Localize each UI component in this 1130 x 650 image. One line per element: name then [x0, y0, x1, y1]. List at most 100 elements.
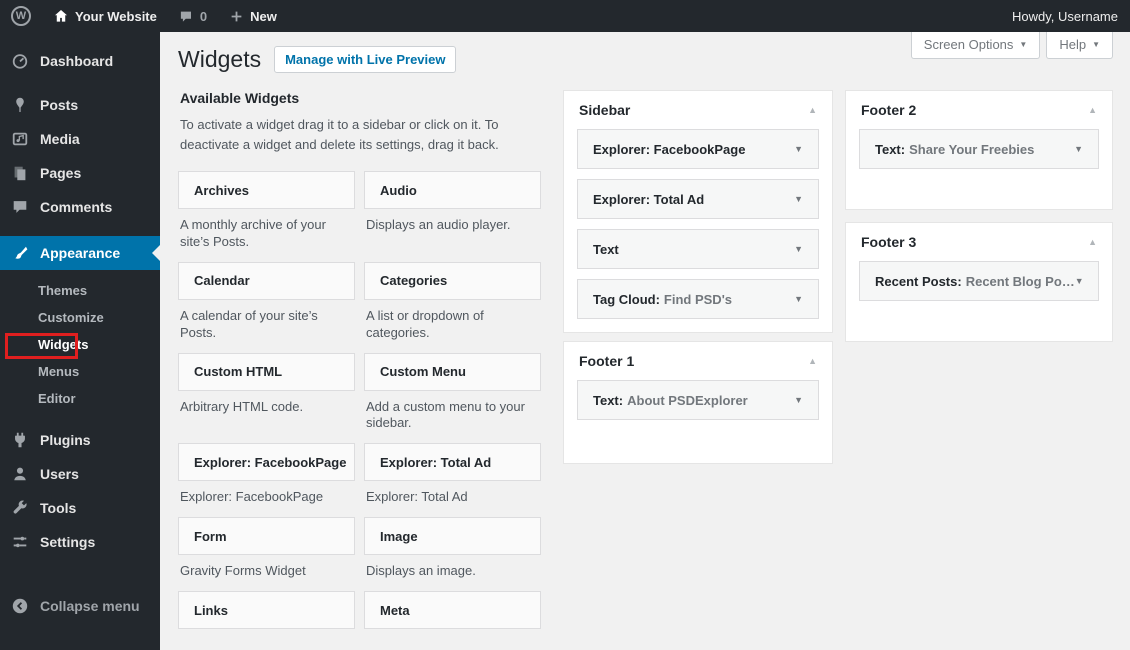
chevron-down-icon[interactable]: ▼: [794, 395, 803, 405]
manage-live-preview-button[interactable]: Manage with Live Preview: [274, 46, 457, 74]
submenu-item-menus[interactable]: Menus: [0, 359, 160, 386]
chevron-up-icon[interactable]: ▲: [1088, 237, 1097, 247]
widget-description: [364, 629, 541, 648]
menu-label: Pages: [40, 165, 82, 181]
menu-item-users[interactable]: Users: [0, 457, 160, 491]
menu-label: Plugins: [40, 432, 91, 448]
submenu-item-widgets[interactable]: Widgets: [0, 332, 160, 359]
area-widget-explorer-total-ad[interactable]: Explorer: Total Ad ▼: [577, 179, 819, 219]
collapse-arrow-icon: [10, 597, 30, 615]
area-widget-name: Tag Cloud:: [593, 291, 660, 307]
panel-body: Text: Share Your Freebies ▼: [846, 127, 1112, 192]
widget-description: Explorer: FacebookPage: [180, 489, 324, 505]
chevron-down-icon: ▼: [1092, 40, 1100, 49]
menu-item-posts[interactable]: Posts: [0, 88, 160, 122]
account-menu[interactable]: Howdy, Username: [1012, 9, 1130, 24]
plug-icon: [10, 431, 30, 449]
panel-header[interactable]: Footer 1 ▲: [564, 342, 832, 378]
media-icon: [10, 130, 30, 148]
area-widget-name: Explorer: FacebookPage: [593, 141, 746, 157]
site-link[interactable]: Your Website: [42, 0, 168, 32]
chevron-down-icon[interactable]: ▼: [794, 294, 803, 304]
menu-item-settings[interactable]: Settings: [0, 525, 160, 559]
panel-header[interactable]: Sidebar ▲: [564, 91, 832, 127]
chevron-down-icon[interactable]: ▼: [794, 144, 803, 154]
panel-body: Recent Posts: Recent Blog Po… ▼: [846, 259, 1112, 324]
chevron-down-icon[interactable]: ▼: [794, 244, 803, 254]
menu-label: Users: [40, 466, 79, 482]
menu-item-dashboard[interactable]: Dashboard: [0, 44, 160, 78]
area-widget-detail: Share Your Freebies: [909, 141, 1035, 157]
area-widget-name: Recent Posts:: [875, 273, 962, 289]
comment-bubble-icon: [179, 9, 194, 24]
help-button[interactable]: Help ▼: [1046, 32, 1113, 59]
comments-count: 0: [199, 8, 208, 24]
submenu-item-customize[interactable]: Customize: [0, 305, 160, 332]
chevron-down-icon[interactable]: ▼: [1075, 276, 1084, 286]
widget-area-sidebar: Sidebar ▲ Explorer: FacebookPage ▼ Explo…: [563, 90, 833, 333]
widget-description: Displays an audio player.: [366, 217, 511, 232]
widget-card-image[interactable]: Image: [364, 517, 541, 556]
site-name: Your Website: [75, 8, 157, 24]
widget-description: Gravity Forms Widget: [180, 563, 306, 579]
home-icon: [53, 8, 69, 24]
admin-menu: Dashboard Posts Media Pages Comments App…: [0, 32, 160, 650]
widget-description: Displays an image.: [366, 563, 476, 579]
wrench-icon: [10, 499, 30, 517]
widget-card-explorer-total-ad[interactable]: Explorer: Total Ad: [364, 443, 541, 482]
area-widget-detail: About PSDExplorer: [627, 392, 748, 408]
available-widgets-title: Available Widgets: [180, 90, 300, 106]
widget-card-form[interactable]: Form: [178, 517, 355, 556]
submenu-item-themes[interactable]: Themes: [0, 278, 160, 305]
chevron-down-icon[interactable]: ▼: [794, 194, 803, 204]
submenu-item-editor[interactable]: Editor: [0, 386, 160, 413]
widget-card-links[interactable]: Links: [178, 591, 355, 630]
widget-card-custom-menu[interactable]: Custom Menu: [364, 352, 541, 391]
widget-card-custom-html[interactable]: Custom HTML: [178, 352, 355, 391]
widget-description: Explorer: Total Ad: [366, 489, 468, 505]
screen-options-button[interactable]: Screen Options ▼: [910, 32, 1041, 59]
area-widget-text-about[interactable]: Text: About PSDExplorer ▼: [577, 380, 819, 420]
widget-card-archives[interactable]: Archives: [178, 171, 355, 209]
collapse-menu-button[interactable]: Collapse menu: [0, 589, 160, 623]
menu-item-comments[interactable]: Comments: [0, 190, 160, 224]
chevron-up-icon[interactable]: ▲: [1088, 105, 1097, 115]
sliders-icon: [10, 533, 30, 551]
pin-icon: [10, 96, 30, 114]
menu-item-media[interactable]: Media: [0, 122, 160, 156]
area-widget-explorer-facebookpage[interactable]: Explorer: FacebookPage ▼: [577, 129, 819, 169]
widget-description: Add a custom menu to your sidebar.: [366, 398, 525, 431]
new-content-button[interactable]: New: [218, 0, 288, 32]
menu-item-appearance[interactable]: Appearance: [0, 236, 160, 270]
area-widget-text-share[interactable]: Text: Share Your Freebies ▼: [859, 129, 1099, 169]
menu-label: Settings: [40, 534, 96, 550]
area-widget-recent-posts[interactable]: Recent Posts: Recent Blog Po… ▼: [859, 261, 1099, 301]
panel-title: Footer 2: [861, 102, 917, 118]
collapse-label: Collapse menu: [40, 598, 140, 614]
menu-label: Posts: [40, 97, 79, 113]
comments-shortcut[interactable]: 0: [168, 0, 218, 32]
chevron-up-icon[interactable]: ▲: [808, 356, 817, 366]
menu-item-pages[interactable]: Pages: [0, 156, 160, 190]
menu-label: Dashboard: [40, 53, 114, 69]
area-widget-tag-cloud[interactable]: Tag Cloud: Find PSD's ▼: [577, 279, 819, 319]
wordpress-logo-icon: W: [11, 6, 31, 26]
widget-card-categories[interactable]: Categories: [364, 261, 541, 300]
widget-card-calendar[interactable]: Calendar: [178, 261, 355, 300]
widget-card-meta[interactable]: Meta: [364, 591, 541, 630]
widget-card-audio[interactable]: Audio: [364, 171, 541, 209]
menu-item-plugins[interactable]: Plugins: [0, 423, 160, 457]
chevron-up-icon[interactable]: ▲: [808, 105, 817, 115]
brush-icon: [10, 244, 30, 262]
menu-item-tools[interactable]: Tools: [0, 491, 160, 525]
area-widget-text[interactable]: Text ▼: [577, 229, 819, 269]
wordpress-menu-button[interactable]: W: [0, 0, 42, 32]
available-widgets-section: Available Widgets To activate a widget d…: [178, 90, 544, 648]
chevron-down-icon[interactable]: ▼: [1074, 144, 1083, 154]
admin-bar: W Your Website 0 New Howdy, Username: [0, 0, 1130, 32]
page-title: Widgets: [178, 46, 262, 72]
panel-header[interactable]: Footer 3 ▲: [846, 223, 1112, 259]
panel-header[interactable]: Footer 2 ▲: [846, 91, 1112, 127]
area-widget-name: Text:: [593, 392, 624, 408]
widget-card-explorer-facebookpage[interactable]: Explorer: FacebookPage: [178, 443, 355, 482]
